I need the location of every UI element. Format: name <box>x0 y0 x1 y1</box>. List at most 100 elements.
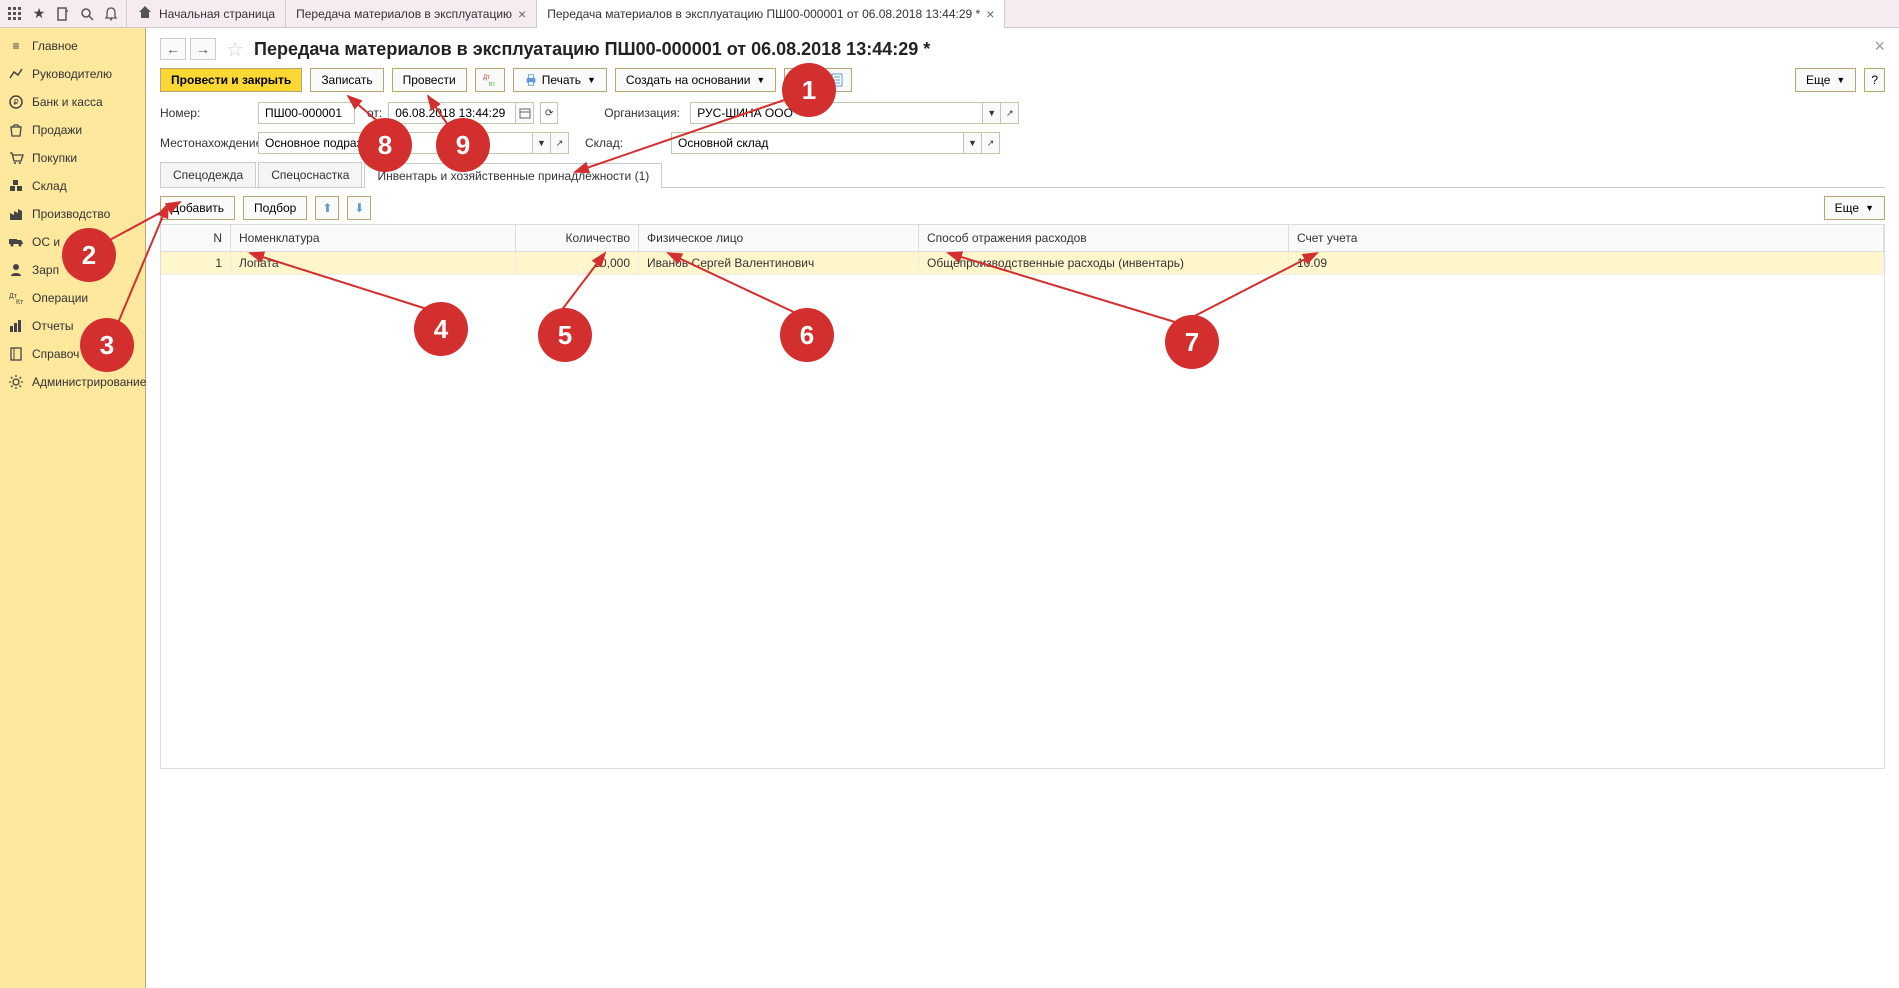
gear-icon <box>8 374 24 390</box>
move-down-button[interactable]: ⬇ <box>347 196 371 220</box>
table-row[interactable]: 1 Лопата 10,000 Иванов Сергей Валентинов… <box>161 252 1884 275</box>
table-toolbar: Добавить Подбор ⬆ ⬇ Еще▼ <box>160 196 1885 220</box>
apps-icon[interactable] <box>4 3 26 25</box>
boxes-icon <box>8 178 24 194</box>
sidebar-item-warehouse[interactable]: Склад <box>0 172 145 200</box>
bar-icon <box>8 318 24 334</box>
subtab-inventory[interactable]: Инвентарь и хозяйственные принадлежности… <box>364 163 662 188</box>
chevron-down-icon[interactable]: ▼ <box>964 132 982 154</box>
print-button[interactable]: Печать▼ <box>513 68 607 92</box>
forward-button[interactable]: → <box>190 38 216 60</box>
sidebar-label: Продажи <box>32 123 82 137</box>
sidebar-item-admin[interactable]: Администрирование <box>0 368 145 396</box>
number-label: Номер: <box>160 106 252 120</box>
menu-icon: ≡ <box>8 38 24 54</box>
close-icon[interactable]: × <box>986 6 994 22</box>
col-expense[interactable]: Способ отражения расходов <box>919 225 1289 251</box>
topbar-icons: ★ <box>0 3 126 25</box>
document-toolbar: Провести и закрыть Записать Провести ДтК… <box>160 68 1885 92</box>
history-icon[interactable] <box>52 3 74 25</box>
table-more-button[interactable]: Еще▼ <box>1824 196 1885 220</box>
subtab-tooling[interactable]: Спецоснастка <box>258 162 362 187</box>
factory-icon <box>8 206 24 222</box>
more-label: Еще <box>1806 73 1830 87</box>
help-button[interactable]: ? <box>1864 68 1885 92</box>
add-row-button[interactable]: Добавить <box>160 196 235 220</box>
cell-nomenclature[interactable]: Лопата <box>231 252 516 274</box>
tab-materials-1[interactable]: Передача материалов в эксплуатацию × <box>286 0 537 28</box>
sidebar-item-manager[interactable]: Руководителю <box>0 60 145 88</box>
sidebar-label: ОС и <box>32 235 60 249</box>
open-icon[interactable]: ↗ <box>551 132 569 154</box>
sidebar-item-purchases[interactable]: Покупки <box>0 144 145 172</box>
sidebar-item-main[interactable]: ≡Главное <box>0 32 145 60</box>
open-icon[interactable]: ↗ <box>1001 102 1019 124</box>
cart-icon <box>8 150 24 166</box>
star-icon[interactable]: ★ <box>28 3 50 25</box>
favorite-toggle[interactable]: ☆ <box>224 38 246 60</box>
cell-expense[interactable]: Общепроизводственные расходы (инвентарь) <box>919 252 1289 274</box>
close-button[interactable]: × <box>1874 36 1885 57</box>
search-icon[interactable] <box>76 3 98 25</box>
page-title: Передача материалов в эксплуатацию ПШ00-… <box>254 39 930 60</box>
tab-materials-2[interactable]: Передача материалов в эксплуатацию ПШ00-… <box>537 0 1005 28</box>
sidebar-label: Операции <box>32 291 88 305</box>
location-label: Местонахождение: <box>160 136 252 150</box>
close-icon[interactable]: × <box>518 6 526 22</box>
cell-quantity[interactable]: 10,000 <box>516 252 639 274</box>
tab-home-label: Начальная страница <box>159 7 275 21</box>
annotation-3: 3 <box>80 318 134 372</box>
col-nomenclature[interactable]: Номенклатура <box>231 225 516 251</box>
cell-person[interactable]: Иванов Сергей Валентинович <box>639 252 919 274</box>
chevron-down-icon[interactable]: ▼ <box>533 132 551 154</box>
annotation-5: 5 <box>538 308 592 362</box>
grid-header: N Номенклатура Количество Физическое лиц… <box>161 225 1884 252</box>
org-field[interactable] <box>690 102 983 124</box>
annotation-2: 2 <box>62 228 116 282</box>
sidebar-label: Покупки <box>32 151 77 165</box>
tab-home[interactable]: Начальная страница <box>126 0 286 28</box>
annotation-6: 6 <box>780 308 834 362</box>
dt-kt-button[interactable]: ДтКт <box>475 68 505 92</box>
tab-label: Передача материалов в эксплуатацию ПШ00-… <box>547 7 980 21</box>
more-button[interactable]: Еще▼ <box>1795 68 1856 92</box>
col-n[interactable]: N <box>161 225 231 251</box>
sidebar-label: Склад <box>32 179 67 193</box>
col-account[interactable]: Счет учета <box>1289 225 1884 251</box>
subtab-clothing[interactable]: Спецодежда <box>160 162 256 187</box>
calendar-icon[interactable] <box>516 102 534 124</box>
date-extra-button[interactable]: ⟳ <box>540 102 558 124</box>
top-bar: ★ Начальная страница Передача материалов… <box>0 0 1899 28</box>
open-icon[interactable]: ↗ <box>982 132 1000 154</box>
warehouse-field[interactable] <box>671 132 964 154</box>
person-icon <box>8 262 24 278</box>
chart-icon <box>8 66 24 82</box>
cell-account[interactable]: 10.09 <box>1289 252 1884 274</box>
col-quantity[interactable]: Количество <box>516 225 639 251</box>
select-button[interactable]: Подбор <box>243 196 307 220</box>
sidebar-label: Банк и касса <box>32 95 103 109</box>
svg-text:Дт: Дт <box>483 75 490 81</box>
sidebar-item-bank[interactable]: ₽Банк и касса <box>0 88 145 116</box>
doc-header: ← → ☆ Передача материалов в эксплуатацию… <box>160 38 1885 60</box>
cell-n[interactable]: 1 <box>161 252 231 274</box>
move-up-button[interactable]: ⬆ <box>315 196 339 220</box>
back-button[interactable]: ← <box>160 38 186 60</box>
print-label: Печать <box>542 73 581 87</box>
bell-icon[interactable] <box>100 3 122 25</box>
create-based-button[interactable]: Создать на основании▼ <box>615 68 776 92</box>
number-field[interactable] <box>258 102 355 124</box>
save-button[interactable]: Записать <box>310 68 383 92</box>
book-icon <box>8 346 24 362</box>
col-person[interactable]: Физическое лицо <box>639 225 919 251</box>
create-based-label: Создать на основании <box>626 73 751 87</box>
bag-icon <box>8 122 24 138</box>
sidebar-item-sales[interactable]: Продажи <box>0 116 145 144</box>
sidebar-item-production[interactable]: Производство <box>0 200 145 228</box>
post-and-close-button[interactable]: Провести и закрыть <box>160 68 302 92</box>
sidebar-label: Руководителю <box>32 67 112 81</box>
annotation-7: 7 <box>1165 315 1219 369</box>
post-button[interactable]: Провести <box>392 68 467 92</box>
chevron-down-icon[interactable]: ▼ <box>983 102 1001 124</box>
sidebar-item-operations[interactable]: ДтКтОперации <box>0 284 145 312</box>
